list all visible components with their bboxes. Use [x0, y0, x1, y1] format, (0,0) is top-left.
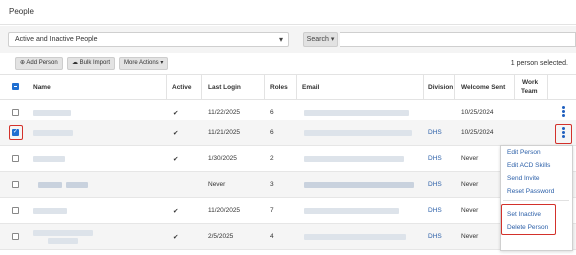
redacted-name — [33, 156, 65, 162]
kebab-menu-icon[interactable] — [562, 106, 566, 118]
select-all-checkbox[interactable] — [12, 83, 19, 90]
col-welcome-sent[interactable]: Welcome Sent — [461, 84, 505, 91]
table-row[interactable]: Never 3 DHS Never — [0, 172, 576, 198]
menu-reset-password[interactable]: Reset Password — [507, 188, 554, 195]
plus-icon: ⊕ — [20, 60, 26, 66]
menu-edit-acd-skills[interactable]: Edit ACD Skills — [507, 162, 550, 169]
col-divider — [423, 74, 424, 100]
col-divider — [514, 74, 515, 100]
col-division[interactable]: Division — [428, 84, 453, 91]
selection-count: 1 person selected. — [510, 60, 568, 67]
last-login: 2/5/2025 — [208, 233, 234, 240]
welcome-sent: Never — [461, 207, 479, 214]
col-divider — [296, 74, 297, 100]
chevron-down-icon: ▾ — [278, 35, 283, 44]
last-login: 11/21/2025 — [208, 129, 241, 136]
redacted-name — [33, 130, 73, 136]
welcome-sent: Never — [461, 233, 479, 240]
roles-count: 6 — [270, 109, 274, 116]
active-check-icon: ✔ — [173, 208, 179, 215]
last-login: 11/22/2025 — [208, 109, 241, 116]
redacted-name — [48, 238, 78, 244]
page-title: People — [9, 7, 34, 16]
col-work-team-2[interactable]: Team — [521, 88, 538, 95]
active-check-icon: ✔ — [173, 130, 179, 137]
col-last-login[interactable]: Last Login — [208, 84, 241, 91]
roles-count: 7 — [270, 207, 274, 214]
row-actions-menu — [500, 145, 573, 251]
roles-count: 3 — [270, 181, 274, 188]
caret-down-icon: ▾ — [330, 36, 335, 43]
row-checkbox[interactable] — [12, 155, 19, 162]
highlight-checkbox — [9, 125, 23, 140]
redacted-name — [66, 182, 88, 188]
col-divider — [454, 74, 455, 100]
redacted-email — [304, 234, 406, 240]
menu-edit-person[interactable]: Edit Person — [507, 149, 541, 156]
more-actions-label: More Actions — [124, 60, 159, 66]
redacted-email — [304, 182, 414, 188]
page-header: People — [0, 0, 576, 25]
welcome-sent: 10/25/2024 — [461, 129, 494, 136]
welcome-sent: Never — [461, 155, 479, 162]
row-checkbox[interactable] — [12, 233, 19, 240]
col-divider — [547, 74, 548, 100]
highlight-danger-actions — [501, 204, 556, 235]
cloud-upload-icon: ☁ — [72, 60, 78, 66]
division-link[interactable]: DHS — [428, 155, 442, 162]
col-name[interactable]: Name — [33, 84, 51, 91]
redacted-email — [304, 110, 409, 116]
col-email[interactable]: Email — [302, 84, 319, 91]
active-check-icon: ✔ — [173, 234, 179, 241]
bulk-import-label: Bulk Import — [79, 60, 111, 66]
division-link[interactable]: DHS — [428, 207, 442, 214]
division-link[interactable]: DHS — [428, 233, 442, 240]
last-login: 1/30/2025 — [208, 155, 237, 162]
bulk-import-button[interactable]: ☁ Bulk Import — [67, 57, 116, 70]
people-filter-value: Active and Inactive People — [15, 36, 98, 43]
add-person-button[interactable]: ⊕ Add Person — [15, 57, 63, 70]
table-row[interactable]: ✔ 11/20/2025 7 DHS Never — [0, 198, 576, 224]
redacted-name — [33, 230, 93, 236]
col-active[interactable]: Active — [172, 84, 192, 91]
welcome-sent: 10/25/2024 — [461, 109, 494, 116]
highlight-kebab — [555, 124, 572, 144]
redacted-email — [304, 130, 412, 136]
menu-send-invite[interactable]: Send Invite — [507, 175, 540, 182]
people-filter-select[interactable]: Active and Inactive People ▾ — [8, 32, 289, 47]
last-login: 11/20/2025 — [208, 207, 241, 214]
roles-count: 4 — [270, 233, 274, 240]
col-divider — [166, 74, 167, 100]
welcome-sent: Never — [461, 181, 479, 188]
table-row[interactable]: ✔ 1/30/2025 2 DHS Never — [0, 146, 576, 172]
row-checkbox[interactable] — [12, 181, 19, 188]
more-actions-button[interactable]: More Actions ▾ — [119, 57, 169, 70]
redacted-name — [33, 110, 71, 116]
redacted-name — [38, 182, 62, 188]
col-divider — [264, 74, 265, 100]
active-check-icon: ✔ — [173, 110, 179, 117]
roles-count: 2 — [270, 155, 274, 162]
table-row[interactable]: ✔ 2/5/2025 4 DHS Never — [0, 224, 576, 250]
row-checkbox[interactable] — [12, 207, 19, 214]
division-link[interactable]: DHS — [428, 129, 442, 136]
menu-divider — [503, 200, 569, 201]
col-roles[interactable]: Roles — [270, 84, 288, 91]
add-person-label: Add Person — [26, 60, 58, 66]
last-login: Never — [208, 181, 226, 188]
roles-count: 6 — [270, 129, 274, 136]
redacted-email — [304, 156, 404, 162]
search-input[interactable] — [340, 32, 576, 47]
redacted-email — [304, 208, 399, 214]
division-link[interactable]: DHS — [428, 181, 442, 188]
col-divider — [201, 74, 202, 100]
row-checkbox[interactable] — [12, 109, 19, 116]
table-row[interactable]: ✓ ✔ 11/21/2025 6 DHS 10/25/2024 — [0, 120, 576, 146]
active-check-icon: ✔ — [173, 156, 179, 163]
search-button-label: Search — [306, 36, 329, 43]
caret-down-icon: ▾ — [160, 60, 164, 66]
redacted-name — [33, 208, 67, 214]
search-button[interactable]: Search ▾ — [303, 32, 338, 47]
col-work-team-1[interactable]: Work — [522, 79, 538, 86]
